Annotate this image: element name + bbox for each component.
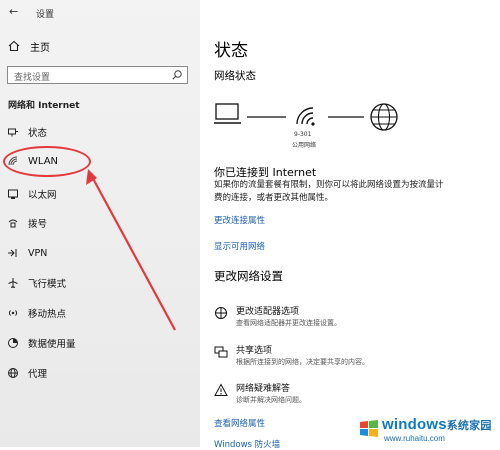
option-title: 网络疑难解答 <box>236 384 291 394</box>
sidebar-item-label: 代理 <box>28 369 48 380</box>
dialup-icon <box>6 217 19 230</box>
option-title: 更改适配器选项 <box>236 307 300 317</box>
sidebar-item-label: 状态 <box>28 128 48 139</box>
sidebar-item-label: VPN <box>28 247 48 259</box>
airplane-icon <box>6 277 19 290</box>
warning-icon <box>214 383 228 396</box>
page-title: 状态 <box>214 41 248 61</box>
sidebar-item-proxy[interactable]: 代理 <box>0 362 200 384</box>
internet-globe-icon <box>370 103 398 131</box>
option-desc: 查看网络适配器并更改连接设置。 <box>236 319 341 327</box>
vpn-icon <box>6 247 19 260</box>
search-input[interactable]: 查找设置 <box>7 66 188 84</box>
main-pane: 状态 网络状态 9-301 公用网络 你已连接到 Internet 如果你的流量… <box>200 0 500 450</box>
laptop-icon <box>214 103 241 124</box>
back-arrow-icon[interactable]: ← <box>9 5 18 18</box>
option-title: 共享选项 <box>236 346 273 356</box>
network-diagram <box>214 103 398 131</box>
change-settings-heading: 更改网络设置 <box>214 269 283 283</box>
home-icon <box>8 40 20 52</box>
annotation-circle <box>3 146 91 177</box>
sidebar-item-data-usage[interactable]: 数据使用量 <box>0 332 200 354</box>
change-connection-properties-link[interactable]: 更改连接属性 <box>214 214 265 226</box>
option-desc: 诊断并解决网络问题。 <box>236 396 306 404</box>
adapter-options-item[interactable]: 更改适配器选项 查看网络适配器并更改连接设置。 <box>214 304 444 334</box>
sidebar-item-label: 拨号 <box>28 219 48 230</box>
window-title: 设置 <box>36 10 55 20</box>
watermark-url: www.ruhaitu.com <box>384 434 445 443</box>
sidebar-item-label: 数据使用量 <box>28 339 76 350</box>
windows-firewall-link[interactable]: Windows 防火墙 <box>214 438 280 450</box>
watermark: windows系统家园 www.ruhaitu.com <box>356 415 500 447</box>
home-network-icon <box>6 126 19 139</box>
connection-status: 你已连接到 Internet <box>214 166 317 179</box>
view-network-properties-link[interactable]: 查看网络属性 <box>214 417 265 429</box>
network-status-heading: 网络状态 <box>214 70 256 82</box>
adapter-icon <box>215 307 227 319</box>
windows-logo-icon <box>360 420 378 437</box>
sharing-icon <box>214 346 228 358</box>
connection-description: 如果你的流量套餐有限制，则你可以将此网络设置为按流量计费的连接，或者更改其他属性… <box>214 180 444 203</box>
hotspot-icon <box>6 307 19 320</box>
ethernet-icon <box>6 188 19 201</box>
network-name: 9-301 <box>294 131 312 138</box>
globe-icon <box>6 367 19 380</box>
home-nav-item[interactable]: 主页 <box>8 38 50 54</box>
sidebar-item-label: 飞行模式 <box>28 279 67 290</box>
home-label: 主页 <box>30 42 50 54</box>
category-heading: 网络和 Internet <box>8 101 80 111</box>
sidebar-item-status[interactable]: 状态 <box>0 121 200 143</box>
troubleshoot-item[interactable]: 网络疑难解答 诊断并解决网络问题。 <box>214 381 444 411</box>
sidebar-item-label: 移动热点 <box>28 309 67 320</box>
annotation-arrow <box>86 169 176 331</box>
watermark-text-cn: 系统家园 <box>446 420 492 432</box>
sidebar-item-label: 以太网 <box>28 190 57 201</box>
sharing-options-item[interactable]: 共享选项 根据所连接到的网络，决定要共享的内容。 <box>214 343 444 373</box>
data-usage-icon <box>6 337 19 350</box>
show-available-networks-link[interactable]: 显示可用网络 <box>214 240 265 252</box>
search-icon[interactable] <box>171 69 183 81</box>
network-type: 公用网络 <box>292 142 317 149</box>
option-desc: 根据所连接到的网络，决定要共享的内容。 <box>236 358 369 366</box>
wifi-signal-icon <box>296 107 315 126</box>
watermark-text: windows系统家园 <box>382 416 492 433</box>
search-placeholder: 查找设置 <box>14 73 51 83</box>
watermark-text-en: windows <box>382 416 447 433</box>
